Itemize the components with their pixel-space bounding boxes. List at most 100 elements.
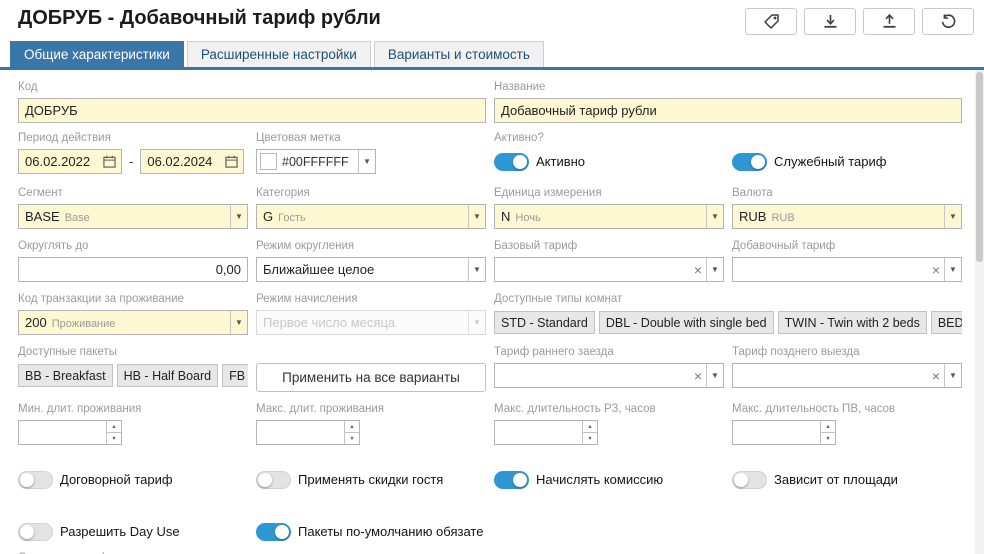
additional-tariff-label: Добавочный тариф: [732, 240, 962, 255]
spin-down-button[interactable]: ▼: [107, 433, 121, 444]
spin-down-button[interactable]: ▼: [583, 433, 597, 444]
max-stay-label: Макс. длит. проживания: [256, 403, 486, 418]
apply-all-variants-button[interactable]: Применить на все варианты: [256, 363, 486, 392]
field-period: Период действия -: [18, 132, 256, 174]
depends-on-area-toggle[interactable]: [732, 471, 767, 489]
code-label: Код: [18, 81, 486, 96]
spin-up-button[interactable]: ▲: [345, 421, 359, 433]
max-early-checkin-hours-input[interactable]: [495, 421, 582, 444]
clear-icon[interactable]: ×: [928, 262, 944, 278]
field-code: Код: [18, 81, 494, 123]
room-type-chip[interactable]: STD - Standard: [494, 311, 595, 334]
base-tariff-select[interactable]: × ▼: [494, 257, 724, 282]
unit-select[interactable]: NНочь ▼: [494, 204, 724, 229]
color-tag-value: #00FFFFFF: [277, 155, 358, 169]
room-type-chip[interactable]: TWIN - Twin with 2 beds: [778, 311, 927, 334]
tab-general-characteristics[interactable]: Общие характеристики: [10, 41, 184, 67]
chevron-down-icon: ▼: [468, 311, 485, 334]
calendar-icon[interactable]: [101, 155, 118, 168]
room-type-chip[interactable]: BED: [931, 311, 962, 334]
chevron-down-icon: ▼: [230, 205, 247, 228]
room-types-list: STD - Standard DBL - Double with single …: [494, 310, 962, 335]
packages-label: Доступные пакеты: [18, 346, 248, 361]
max-late-checkout-hours-label: Макс. длительность ПВ, часов: [732, 403, 962, 418]
field-max-late-checkout-hours: Макс. длительность ПВ, часов ▲▼: [732, 403, 970, 445]
chevron-down-icon: ▼: [358, 150, 375, 173]
spin-down-button[interactable]: ▼: [345, 433, 359, 444]
tab-advanced-settings[interactable]: Расширенные настройки: [187, 41, 371, 67]
field-accrual-mode: Режим начисления Первое число месяца ▼: [256, 293, 494, 335]
currency-select[interactable]: RUBRUB ▼: [732, 204, 962, 229]
accrue-commission-toggle[interactable]: [494, 471, 529, 489]
spin-down-button[interactable]: ▼: [821, 433, 835, 444]
history-icon: [940, 13, 957, 30]
max-stay-input-box: ▲▼: [256, 420, 360, 445]
scrollbar-thumb[interactable]: [976, 72, 983, 262]
name-input-box: [494, 98, 962, 123]
late-checkout-tariff-select[interactable]: × ▼: [732, 363, 962, 388]
spin-up-button[interactable]: ▲: [583, 421, 597, 433]
period-label: Период действия: [18, 132, 248, 147]
code-input[interactable]: [19, 99, 485, 122]
additional-tariff-select[interactable]: × ▼: [732, 257, 962, 282]
spin-up-button[interactable]: ▲: [821, 421, 835, 433]
service-tariff-spacer: [732, 132, 962, 147]
name-input[interactable]: [495, 99, 961, 122]
period-from-input[interactable]: [19, 150, 101, 173]
round-mode-select[interactable]: Ближайшее целое ▼: [256, 257, 486, 282]
depends-on-area-toggle-label: Зависит от площади: [774, 472, 898, 487]
clear-icon[interactable]: ×: [928, 368, 944, 384]
max-late-checkout-hours-input[interactable]: [733, 421, 820, 444]
stay-transaction-code-select[interactable]: 200Проживание ▼: [18, 310, 248, 335]
segment-label: Сегмент: [18, 187, 248, 202]
early-checkin-tariff-select[interactable]: × ▼: [494, 363, 724, 388]
unit-label: Единица измерения: [494, 187, 724, 202]
download-button[interactable]: [804, 8, 856, 35]
room-type-chip[interactable]: DBL - Double with single bed: [599, 311, 774, 334]
clear-icon[interactable]: ×: [690, 368, 706, 384]
download-icon: [822, 13, 839, 30]
max-early-checkin-hours-input-box: ▲▼: [494, 420, 598, 445]
number-spinner: ▲▼: [820, 421, 835, 444]
min-stay-input-box: ▲▼: [18, 420, 122, 445]
round-mode-label: Режим округления: [256, 240, 486, 255]
max-late-checkout-hours-input-box: ▲▼: [732, 420, 836, 445]
package-chip[interactable]: HB - Half Board: [117, 364, 219, 387]
color-tag-label: Цветовая метка: [256, 132, 486, 147]
allow-day-use-toggle[interactable]: [18, 523, 53, 541]
service-tariff-toggle[interactable]: [732, 153, 767, 171]
clear-icon[interactable]: ×: [690, 262, 706, 278]
tab-variants-and-price[interactable]: Варианты и стоимость: [374, 41, 544, 67]
packages-default-required-toggle-label: Пакеты по-умолчанию обязате: [298, 524, 483, 539]
min-stay-input[interactable]: [19, 421, 106, 444]
upload-button[interactable]: [863, 8, 915, 35]
package-chip[interactable]: FB -: [222, 364, 248, 387]
contract-tariff-toggle-label: Договорной тариф: [60, 472, 173, 487]
field-packages-default-required: Пакеты по-умолчанию обязате: [256, 519, 494, 544]
calendar-icon[interactable]: [223, 155, 240, 168]
period-to-box: [140, 149, 244, 174]
contract-tariff-toggle[interactable]: [18, 471, 53, 489]
max-stay-input[interactable]: [257, 421, 344, 444]
apply-guest-discounts-toggle[interactable]: [256, 471, 291, 489]
category-select[interactable]: GГость ▼: [256, 204, 486, 229]
package-chip[interactable]: BB - Breakfast: [18, 364, 113, 387]
early-checkin-tariff-label: Тариф раннего заезда: [494, 346, 724, 361]
active-toggle[interactable]: [494, 153, 529, 171]
spin-up-button[interactable]: ▲: [107, 421, 121, 433]
color-tag-select[interactable]: #00FFFFFF ▼: [256, 149, 376, 174]
history-button[interactable]: [922, 8, 974, 35]
packages-default-required-toggle[interactable]: [256, 523, 291, 541]
vertical-scrollbar[interactable]: [975, 70, 984, 554]
tags-button[interactable]: [745, 8, 797, 35]
segment-select[interactable]: BASEBase ▼: [18, 204, 248, 229]
chevron-down-icon: ▼: [944, 205, 961, 228]
apply-all-spacer: [256, 346, 486, 361]
period-to-input[interactable]: [141, 150, 223, 173]
chevron-down-icon: ▼: [944, 258, 961, 281]
tag-icon: [763, 13, 780, 30]
field-active: Активно? Активно: [494, 132, 732, 174]
general-characteristics-form: Код Название Период действия: [0, 81, 984, 554]
field-currency: Валюта RUBRUB ▼: [732, 187, 970, 229]
round-to-input[interactable]: [19, 258, 247, 281]
